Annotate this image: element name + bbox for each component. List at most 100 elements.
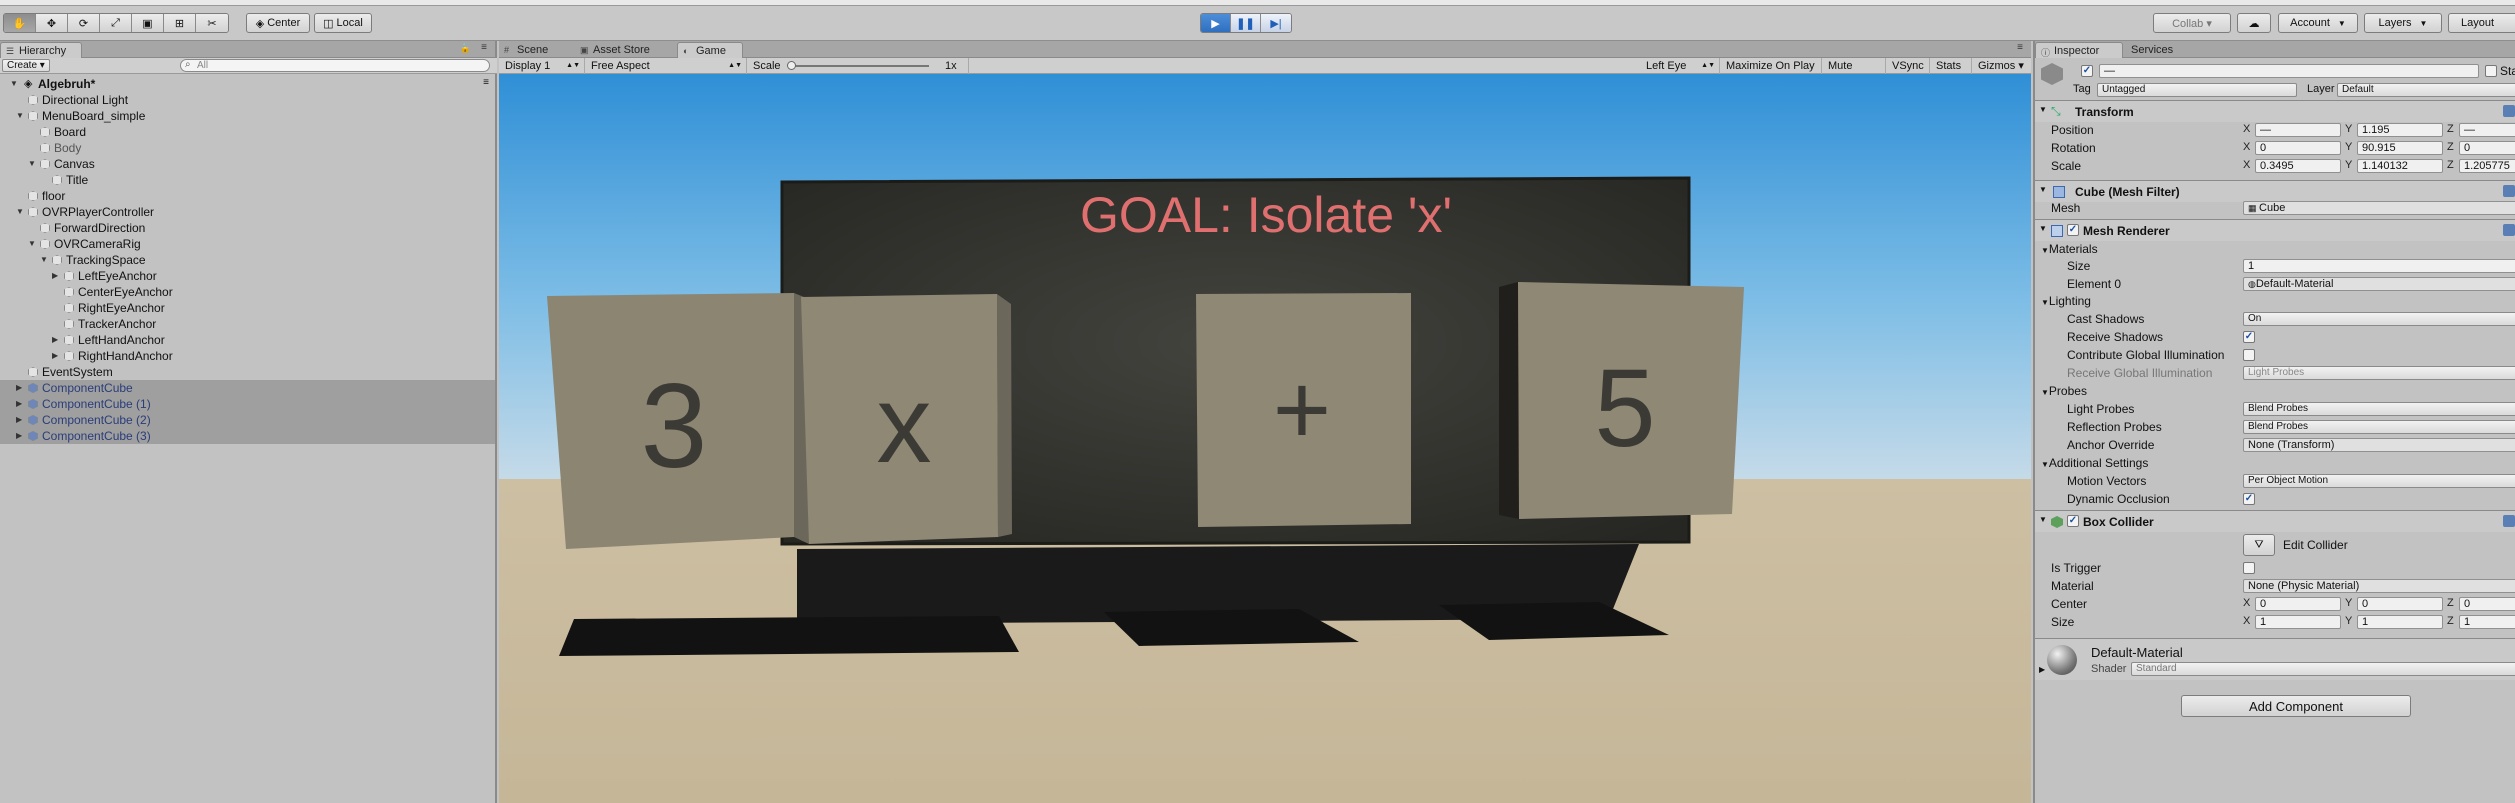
rotate-tool-icon[interactable]: ⟳ [68, 14, 100, 32]
tab-game[interactable]: ◐ Game [677, 42, 743, 58]
center-z-field[interactable]: 0 [2459, 597, 2515, 611]
materials-foldout[interactable]: ▼Materials [2041, 242, 2098, 256]
collapse-arrow-icon[interactable]: ▼ [28, 236, 38, 252]
additional-settings-foldout[interactable]: ▼Additional Settings [2041, 456, 2148, 470]
expand-arrow-icon[interactable]: ▶ [16, 428, 26, 444]
material-section[interactable]: ▶ Default-Material Shader Standard [2035, 638, 2515, 680]
panel-menu-icon[interactable]: ≡ [481, 42, 487, 53]
materials-size-field[interactable]: 1 [2243, 259, 2515, 273]
static-checkbox[interactable] [2485, 65, 2497, 77]
maximize-on-play-toggle[interactable]: Maximize On Play [1722, 58, 1822, 74]
probes-foldout[interactable]: ▼Probes [2041, 384, 2087, 398]
shader-dropdown[interactable]: Standard [2131, 662, 2515, 676]
rotation-x-field[interactable]: 0 [2255, 141, 2341, 155]
object-name-field[interactable]: — [2099, 64, 2479, 78]
layout-dropdown[interactable]: Layout [2448, 13, 2515, 33]
eye-dropdown[interactable]: Left Eye ▲▼ [1642, 58, 1720, 74]
hierarchy-item[interactable]: ▶ LeftHandAnchor [0, 332, 495, 348]
position-x-field[interactable]: — [2255, 123, 2341, 137]
cast-shadows-dropdown[interactable]: On [2243, 312, 2515, 326]
reflection-probes-dropdown[interactable]: Blend Probes [2243, 420, 2515, 434]
tab-scene[interactable]: # Scene [499, 42, 569, 58]
hierarchy-search[interactable]: ⌕ All [180, 59, 490, 72]
pivot-center-button[interactable]: ◈ Center [246, 13, 310, 33]
hierarchy-item[interactable]: ▶ ComponentCube (3) [0, 428, 495, 444]
active-checkbox[interactable]: ✓ [2081, 65, 2093, 77]
hierarchy-item[interactable]: Board [0, 124, 495, 140]
size-z-field[interactable]: 1 [2459, 615, 2515, 629]
hierarchy-item[interactable]: ▼ MenuBoard_simple [0, 108, 495, 124]
center-y-field[interactable]: 0 [2357, 597, 2443, 611]
hand-tool-icon[interactable]: ✋ [4, 14, 36, 32]
expand-arrow-icon[interactable]: ▶ [16, 380, 26, 396]
move-tool-icon[interactable]: ✥ [36, 14, 68, 32]
mesh-renderer-header[interactable]: ▼ ✓ Mesh Renderer [2035, 219, 2515, 241]
hierarchy-item[interactable]: EventSystem [0, 364, 495, 380]
rotation-y-field[interactable]: 90.915 [2357, 141, 2443, 155]
hierarchy-item[interactable]: ▼ TrackingSpace [0, 252, 495, 268]
hierarchy-item[interactable]: TrackerAnchor [0, 316, 495, 332]
tab-services[interactable]: Services [2123, 42, 2193, 58]
element0-field[interactable]: ◍Default-Material [2243, 277, 2515, 291]
create-dropdown[interactable]: Create ▾ [2, 59, 50, 72]
panel-menu-icon[interactable]: ≡ [2017, 42, 2023, 53]
collapse-arrow-icon[interactable]: ▼ [10, 76, 20, 92]
component-settings-icon[interactable] [2503, 515, 2515, 527]
expand-arrow-icon[interactable]: ▶ [52, 332, 62, 348]
box-collider-header[interactable]: ▼ ✓ Box Collider [2035, 510, 2515, 532]
mesh-filter-header[interactable]: ▼ Cube (Mesh Filter) [2035, 180, 2515, 202]
mesh-field[interactable]: ▦ Cube [2243, 201, 2515, 215]
expand-arrow-icon[interactable]: ▶ [16, 412, 26, 428]
hierarchy-item[interactable]: Title [0, 172, 495, 188]
collapse-arrow-icon[interactable]: ▼ [28, 156, 38, 172]
position-z-field[interactable]: — [2459, 123, 2515, 137]
rect-tool-icon[interactable]: ▣ [132, 14, 164, 32]
collapse-arrow-icon[interactable]: ▼ [16, 204, 26, 220]
pivot-space-button[interactable]: ◫ Local [314, 13, 372, 33]
tab-inspector[interactable]: ⓘ Inspector [2035, 42, 2123, 58]
hierarchy-item[interactable]: Directional Light [0, 92, 495, 108]
tag-dropdown[interactable]: Untagged [2097, 83, 2297, 97]
lighting-foldout[interactable]: ▼Lighting [2041, 294, 2091, 308]
hierarchy-item[interactable]: ▼ Canvas [0, 156, 495, 172]
hierarchy-item[interactable]: ▶ ComponentCube (2) [0, 412, 495, 428]
step-button[interactable]: ▶| [1261, 14, 1291, 32]
hierarchy-item[interactable]: RightEyeAnchor [0, 300, 495, 316]
collapse-arrow-icon[interactable]: ▼ [16, 108, 26, 124]
collider-material-field[interactable]: None (Physic Material) [2243, 579, 2515, 593]
hierarchy-item[interactable]: ▶ ComponentCube [0, 380, 495, 396]
tab-hierarchy[interactable]: ☰ Hierarchy [0, 42, 82, 58]
edit-collider-button[interactable]: ⛛ [2243, 534, 2275, 556]
component-settings-icon[interactable] [2503, 224, 2515, 236]
transform-header[interactable]: ▼ ⤡ Transform [2035, 100, 2515, 122]
scale-tool-icon[interactable]: ⤢ [100, 14, 132, 32]
scale-slider-track[interactable] [789, 65, 929, 67]
dynamic-occlusion-checkbox[interactable]: ✓ [2243, 493, 2255, 505]
account-dropdown[interactable]: Account ▼ [2278, 13, 2358, 33]
layer-dropdown[interactable]: Default [2337, 83, 2515, 97]
lock-icon[interactable]: 🔒 [460, 43, 471, 54]
box-collider-enabled-checkbox[interactable]: ✓ [2067, 515, 2079, 527]
custom-tool-icon[interactable]: ✂ [196, 14, 228, 32]
hierarchy-item[interactable]: ▶ LeftEyeAnchor [0, 268, 495, 284]
hierarchy-item[interactable]: ForwardDirection [0, 220, 495, 236]
receive-shadows-checkbox[interactable]: ✓ [2243, 331, 2255, 343]
position-y-field[interactable]: 1.195 [2357, 123, 2443, 137]
component-settings-icon[interactable] [2503, 185, 2515, 197]
scene-menu-icon[interactable]: ≡ [483, 75, 489, 91]
hierarchy-item[interactable]: ▼ OVRCameraRig [0, 236, 495, 252]
pause-button[interactable]: ❚❚ [1231, 14, 1261, 32]
hierarchy-item[interactable]: ▶ ComponentCube (1) [0, 396, 495, 412]
layers-dropdown[interactable]: Layers ▼ [2364, 13, 2442, 33]
collapse-arrow-icon[interactable]: ▼ [40, 252, 50, 268]
light-probes-dropdown[interactable]: Blend Probes [2243, 402, 2515, 416]
cloud-button[interactable]: ☁ [2237, 13, 2271, 33]
motion-vectors-dropdown[interactable]: Per Object Motion [2243, 474, 2515, 488]
collab-button[interactable]: Collab ▾ [2153, 13, 2231, 33]
anchor-override-field[interactable]: None (Transform) [2243, 438, 2515, 452]
is-trigger-checkbox[interactable] [2243, 562, 2255, 574]
gizmos-dropdown[interactable]: Gizmos ▾ [1974, 58, 2029, 74]
center-x-field[interactable]: 0 [2255, 597, 2341, 611]
hierarchy-item[interactable]: CenterEyeAnchor [0, 284, 495, 300]
scale-z-field[interactable]: 1.205775 [2459, 159, 2515, 173]
